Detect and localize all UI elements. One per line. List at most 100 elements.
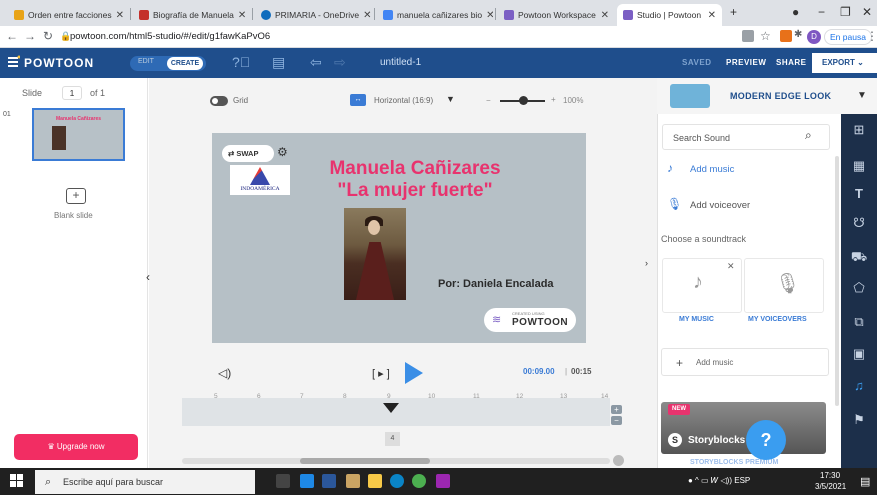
look-title[interactable]: MODERN EDGE LOOK [730,91,831,101]
maximize-icon[interactable]: ❐ [840,5,851,19]
browser-tab-active[interactable]: Studio | Powtoon ✕ [617,4,722,26]
teams-icon[interactable] [300,474,314,488]
close-tab-icon[interactable]: ✕ [234,10,246,21]
caret-down-icon[interactable]: ▼ [446,94,455,104]
menu-icon[interactable] [8,55,20,69]
close-tab-icon[interactable]: ✕ [597,10,609,21]
timeline-scrollbar-thumb[interactable] [300,458,430,464]
new-tab-icon[interactable]: + [730,5,737,19]
grid-toggle[interactable] [210,96,228,106]
my-voiceovers-card[interactable]: 🎙 [744,258,824,313]
task-view-icon[interactable] [276,474,290,488]
sound-icon[interactable]: ♫ [849,378,869,393]
media-icon[interactable]: ⧉ [849,314,869,330]
timeline-zoom-in-button[interactable]: + [611,405,622,414]
my-music-label[interactable]: MY MUSIC [679,316,714,323]
timeline-zoom-out-button[interactable]: − [611,416,622,425]
browser-tab[interactable]: Powtoon Workspace ✕ [498,4,615,26]
document-title[interactable]: untitled-1 [380,57,421,68]
portrait-image[interactable] [344,208,406,300]
my-voiceovers-label[interactable]: MY VOICEOVERS [748,316,807,323]
background-icon[interactable]: ▦ [849,158,869,174]
export-button[interactable]: EXPORT ⌄ [812,53,877,73]
scene-index[interactable]: 4 [385,432,400,446]
app-icon[interactable] [346,474,360,488]
search-icon[interactable]: ⌕ [805,128,812,143]
characters-icon[interactable]: ☋ [849,215,869,231]
minimize-icon[interactable]: − [818,5,825,19]
timeline-scroll-end-icon[interactable] [613,455,624,466]
windows-start-icon[interactable] [10,474,24,488]
close-icon[interactable]: ✕ [727,261,735,272]
aspect-ratio-select[interactable]: Horizontal (16:9) [374,96,433,105]
file-explorer-icon[interactable] [368,474,382,488]
browser-menu-icon[interactable]: ⋮ [866,29,877,43]
extension-icon[interactable] [780,30,792,42]
collapse-right-icon[interactable]: › [645,258,648,268]
play-icon[interactable] [405,362,423,384]
zoom-slider-handle[interactable] [519,96,528,105]
notes-icon[interactable]: ▤ [272,54,285,71]
close-tab-icon[interactable]: ✕ [359,10,371,21]
text-icon[interactable]: T [849,186,869,201]
puzzle-icon[interactable]: ✱ [794,29,802,40]
record-icon[interactable]: ● [792,5,799,19]
notifications-icon[interactable]: ▤ [860,475,870,488]
close-window-icon[interactable]: ✕ [862,5,872,19]
edge-icon[interactable] [390,474,404,488]
undo-icon[interactable]: ⇦ [310,54,322,71]
app-icon[interactable] [436,474,450,488]
props-icon[interactable]: ⛟ [849,249,869,267]
play-scene-button[interactable]: [ ▸ ] [372,367,390,380]
specials-icon[interactable]: ⚑ [849,412,869,428]
add-music-row[interactable]: + Add music [661,348,829,376]
help-button[interactable]: ? [746,420,786,460]
back-icon[interactable]: ← [6,29,18,43]
storyblocks-premium-label[interactable]: STORYBLOCKS PREMIUM [690,459,778,466]
profile-avatar[interactable]: D [807,30,821,44]
aspect-ratio-icon[interactable]: ↔ [350,94,366,106]
slide-number-input[interactable]: 1 [62,86,82,100]
layout-icon[interactable]: ⊞ [849,122,869,138]
word-icon[interactable] [322,474,336,488]
slide-title-line1[interactable]: Manuela Cañizares [320,158,510,180]
playhead[interactable] [383,403,399,413]
browser-tab[interactable]: Orden entre facciones ✕ [8,4,128,26]
zoom-out-icon[interactable]: − [486,96,491,105]
browser-tab[interactable]: PRIMARIA - OneDrive ✕ [255,4,372,26]
slide-author-text[interactable]: Por: Daniela Encalada [438,278,554,290]
slide-title-line2[interactable]: "La mujer fuerte" [320,180,510,202]
preview-button[interactable]: PREVIEW [726,58,766,67]
zoom-in-icon[interactable]: + [551,95,556,104]
forward-icon[interactable]: → [24,29,36,43]
volume-icon[interactable]: ◁) [218,366,231,380]
add-blank-slide-button[interactable]: + [66,188,86,204]
gear-icon[interactable]: ⚙ [277,145,288,159]
bookmark-star-icon[interactable]: ☆ [760,29,771,43]
caret-down-icon[interactable]: ▼ [857,90,867,101]
url-field[interactable]: powtoon.com/html5-studio/#/edit/g1fawKaP… [70,29,670,45]
help-circle-icon[interactable]: ?⃝ [232,54,250,70]
share-button[interactable]: SHARE [776,58,807,67]
panel-scrollbar[interactable] [835,156,839,406]
university-logo[interactable]: INDOAMÉRICA [230,165,290,195]
close-tab-icon[interactable]: ✕ [112,10,124,21]
browser-tab[interactable]: Biografía de Manuela ✕ [133,4,250,26]
shapes-icon[interactable]: ⬠ [849,280,869,296]
close-tab-icon[interactable]: ✕ [704,10,716,21]
add-music-button[interactable]: Add music [662,157,830,183]
clock-date[interactable]: 3/5/2021 [815,482,846,491]
language-indicator[interactable]: ESP [734,476,750,485]
reload-icon[interactable]: ↻ [43,29,53,43]
translate-icon[interactable] [742,30,754,42]
browser-tab[interactable]: manuela cañizares bio ✕ [377,4,493,26]
collapse-left-icon[interactable]: ‹ [146,270,150,284]
swap-button[interactable]: ⇄ SWAP [222,145,274,162]
add-voiceover-button[interactable]: Add voiceover [662,193,830,219]
mode-edit-label[interactable]: EDIT [138,58,154,65]
taskbar-search[interactable]: ⌕ Escribe aquí para buscar [35,470,255,494]
edit-create-toggle[interactable]: EDIT CREATE [130,56,206,71]
chrome-icon[interactable] [412,474,426,488]
slide-thumbnail[interactable]: Manuela Cañizares [32,108,125,161]
powtoon-logo[interactable]: POWTOON [24,56,94,70]
